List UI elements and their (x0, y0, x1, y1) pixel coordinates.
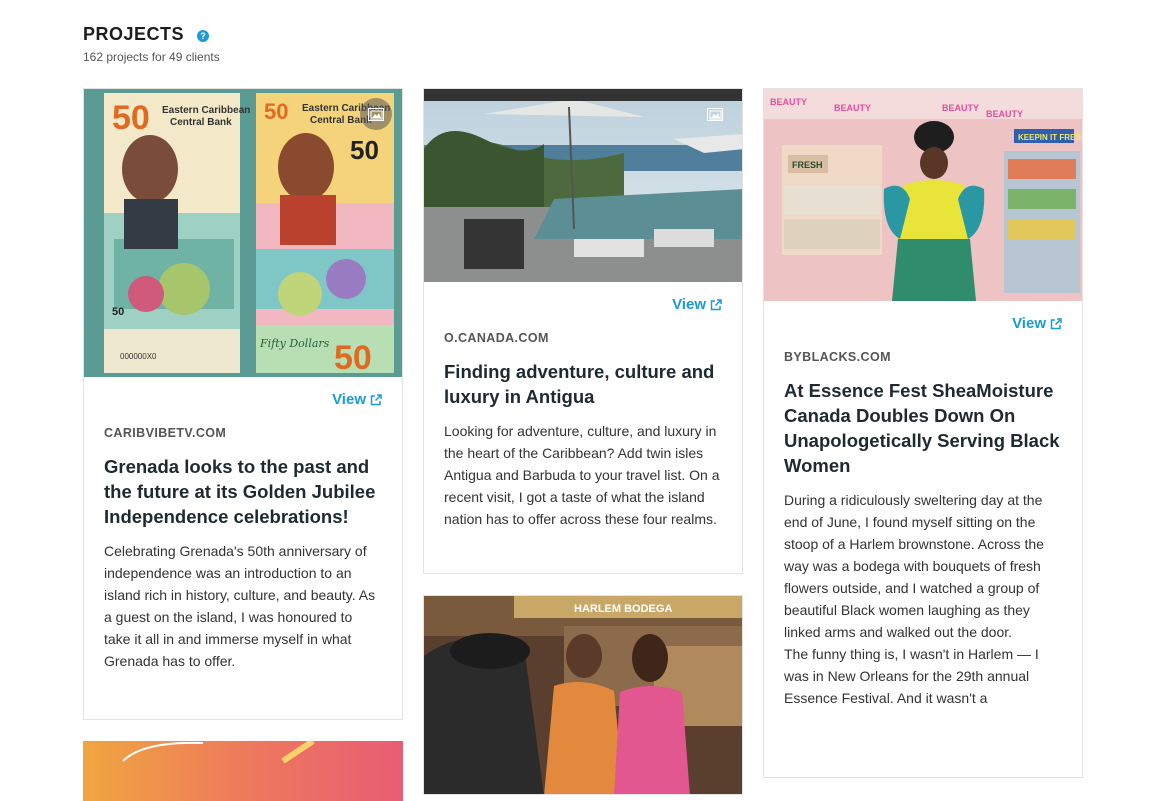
card-title[interactable]: At Essence Fest SheaMoisture Canada Doub… (764, 378, 1082, 478)
view-link[interactable]: View (1012, 315, 1062, 332)
note-right-denomination: 50 (264, 99, 288, 124)
card-image[interactable]: BEAUTY BEAUTY BEAUTY BEAUTY KEEPIN IT FR… (764, 89, 1082, 301)
external-link-icon (1050, 317, 1062, 329)
view-row: View (84, 377, 402, 408)
card-description-continued: The funny thing is, I wasn't in Harlem —… (784, 646, 1039, 706)
project-card-partial[interactable] (83, 741, 403, 801)
view-row: View (424, 282, 742, 313)
bodega-event-image: HARLEM BODEGA (424, 596, 742, 794)
external-link-icon (370, 393, 382, 405)
view-link[interactable]: View (332, 391, 382, 408)
card-source: CARIBVIBETV.COM (104, 426, 227, 440)
note-left-denomination: 50 (112, 99, 150, 137)
note-right-denomination-3: 50 (334, 339, 372, 377)
page-title: PROJECTS (83, 24, 185, 44)
resort-pool-image (424, 89, 742, 282)
title-row: PROJECTS ? (83, 24, 220, 45)
store-banner-3: BEAUTY (942, 103, 979, 113)
note-left-serial: 000000X0 (120, 352, 157, 361)
store-banner-4: BEAUTY (986, 109, 1023, 119)
projects-count: 162 projects for 49 clients (83, 50, 220, 64)
card-title[interactable]: Grenada looks to the past and the future… (84, 454, 402, 529)
store-sign: KEEPIN IT FRESH (1018, 133, 1082, 142)
view-row: View (764, 301, 1082, 332)
bodega-sign: HARLEM BODEGA (574, 603, 672, 615)
view-link[interactable]: View (672, 296, 722, 313)
gallery-icon[interactable] (360, 98, 392, 130)
note-right-denomination-2: 50 (350, 135, 379, 165)
note-right-word: Fifty Dollars (259, 337, 330, 350)
colorful-thumbnail (83, 741, 403, 801)
store-portrait-image: BEAUTY BEAUTY BEAUTY BEAUTY KEEPIN IT FR… (764, 89, 1082, 301)
banknotes-image: 50 Eastern Caribbean Central Bank 50 East… (84, 89, 402, 377)
store-banner-1: BEAUTY (770, 97, 807, 107)
card-title[interactable]: Finding adventure, culture and luxury in… (424, 359, 742, 409)
external-link-icon (710, 298, 722, 310)
card-image[interactable] (424, 89, 742, 282)
project-card-antigua[interactable]: View O.CANADA.COM Finding adventure, cul… (423, 88, 743, 574)
project-card-grenada[interactable]: 50 Eastern Caribbean Central Bank 50 East… (83, 88, 403, 720)
note-left-small-denomination: 50 (112, 306, 124, 318)
view-link-label: View (332, 391, 366, 408)
store-banner-2: BEAUTY (834, 103, 871, 113)
card-source: BYBLACKS.COM (784, 350, 891, 364)
view-link-label: View (1012, 315, 1046, 332)
card-description: Looking for adventure, culture, and luxu… (444, 423, 720, 527)
gallery-icon[interactable] (706, 105, 724, 123)
project-card-bodega[interactable]: HARLEM BODEGA (423, 595, 743, 795)
view-link-label: View (672, 296, 706, 313)
help-icon[interactable]: ? (197, 30, 210, 42)
card-image[interactable]: HARLEM BODEGA (424, 596, 742, 794)
card-source: O.CANADA.COM (444, 331, 549, 345)
store-board: FRESH (792, 160, 823, 170)
card-image[interactable]: 50 Eastern Caribbean Central Bank 50 East… (84, 89, 402, 377)
project-card-sheamoisture[interactable]: BEAUTY BEAUTY BEAUTY BEAUTY KEEPIN IT FR… (763, 88, 1083, 778)
card-description: During a ridiculously sweltering day at … (784, 492, 1044, 640)
page-header: PROJECTS ? 162 projects for 49 clients (83, 24, 220, 64)
card-description: Celebrating Grenada's 50th anniversary o… (104, 543, 376, 669)
